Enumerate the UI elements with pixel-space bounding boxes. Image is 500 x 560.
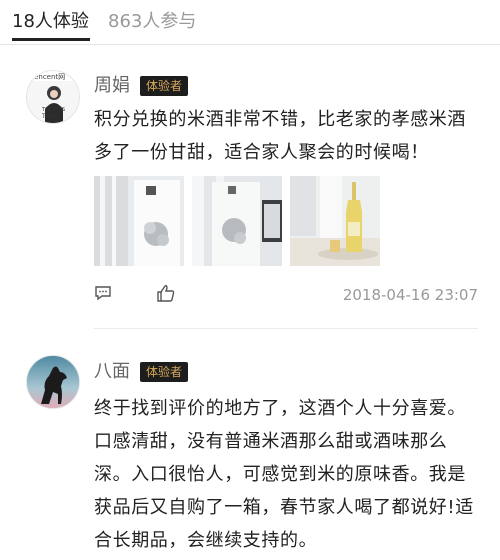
review-date: 2018-04-16 23:07 — [342, 286, 478, 304]
thumbs-up-icon[interactable] — [156, 284, 176, 306]
experiencer-badge: 体验者 — [140, 76, 189, 96]
tab-bar: 18人体验 863人参与 — [0, 0, 500, 45]
avatar-logo-text: Tencent网 — [31, 73, 66, 81]
avatar[interactable] — [26, 355, 80, 409]
review-text: 积分兑换的米酒非常不错，比老家的孝感米酒多了一份甘甜，适合家人聚会的时候喝！ — [94, 109, 466, 163]
tab-experience[interactable]: 18人体验 — [12, 8, 89, 36]
review-divider — [94, 328, 478, 329]
avatar[interactable]: Tencent网 TODAY IS T-DAY — [26, 70, 80, 124]
active-tab-indicator — [12, 38, 90, 41]
review-photo-3[interactable] — [290, 176, 380, 266]
avatar-caption-line2: T-DAY — [42, 113, 60, 120]
review-photo-2[interactable] — [192, 176, 282, 266]
review-author[interactable]: 周娟 — [94, 74, 130, 98]
experiencer-badge: 体验者 — [140, 362, 189, 382]
review-text: 终于找到评价的地方了，这酒个人十分喜爱。口感清甜，没有普通米酒那么甜或酒味那么深… — [94, 398, 474, 551]
tab-participants[interactable]: 863人参与 — [108, 8, 196, 36]
review-author[interactable]: 八面 — [94, 360, 130, 384]
review-photo-1[interactable] — [94, 176, 184, 266]
comment-icon[interactable] — [94, 284, 112, 306]
